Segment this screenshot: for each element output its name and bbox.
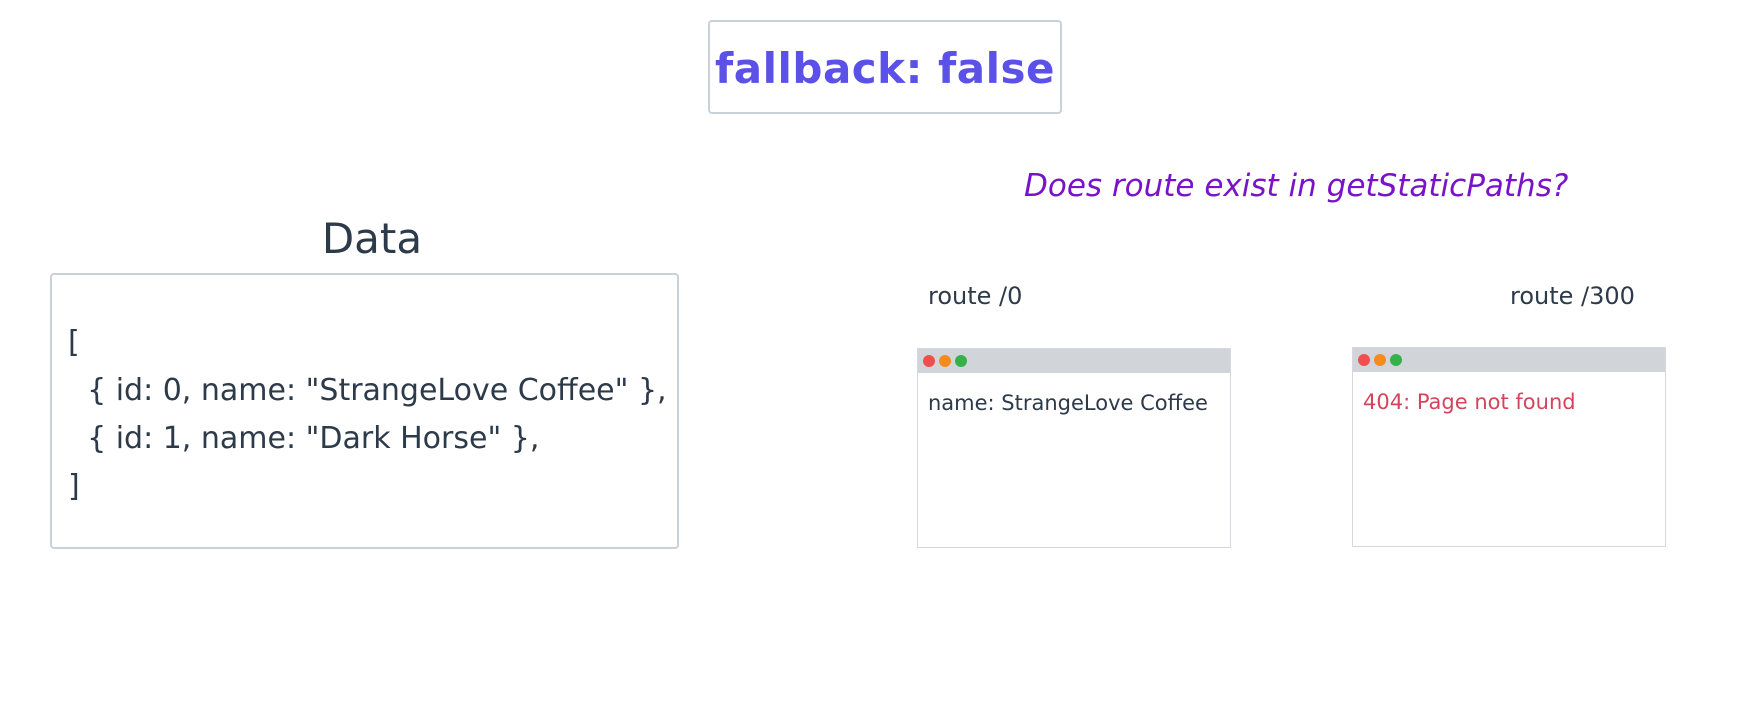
- close-dot-icon: [923, 355, 935, 367]
- data-title: Data: [321, 214, 423, 263]
- maximize-dot-icon: [1390, 354, 1402, 366]
- minimize-dot-icon: [939, 355, 951, 367]
- route-label-0: route /0: [928, 282, 1023, 310]
- close-dot-icon: [1358, 354, 1370, 366]
- code-line: { id: 0, name: "StrangeLove Coffee" },: [68, 373, 667, 408]
- route-question: Does route exist in getStaticPaths?: [1024, 168, 1569, 204]
- title-box: fallback: false: [708, 20, 1062, 114]
- error-message: 404: Page not found: [1363, 390, 1576, 414]
- minimize-dot-icon: [1374, 354, 1386, 366]
- page-content: name: StrangeLove Coffee: [928, 391, 1208, 415]
- data-box: [ { id: 0, name: "StrangeLove Coffee" },…: [50, 273, 679, 549]
- window-title-bar: [1353, 348, 1665, 372]
- maximize-dot-icon: [955, 355, 967, 367]
- code-line: [: [68, 325, 80, 360]
- code-line: { id: 1, name: "Dark Horse" },: [68, 421, 540, 456]
- route-label-300: route /300: [1510, 282, 1635, 310]
- code-line: ]: [68, 469, 80, 504]
- browser-window-route-300: 404: Page not found: [1352, 347, 1666, 547]
- page-title: fallback: false: [714, 43, 1056, 93]
- window-title-bar: [918, 349, 1230, 373]
- browser-window-route-0: name: StrangeLove Coffee: [917, 348, 1231, 548]
